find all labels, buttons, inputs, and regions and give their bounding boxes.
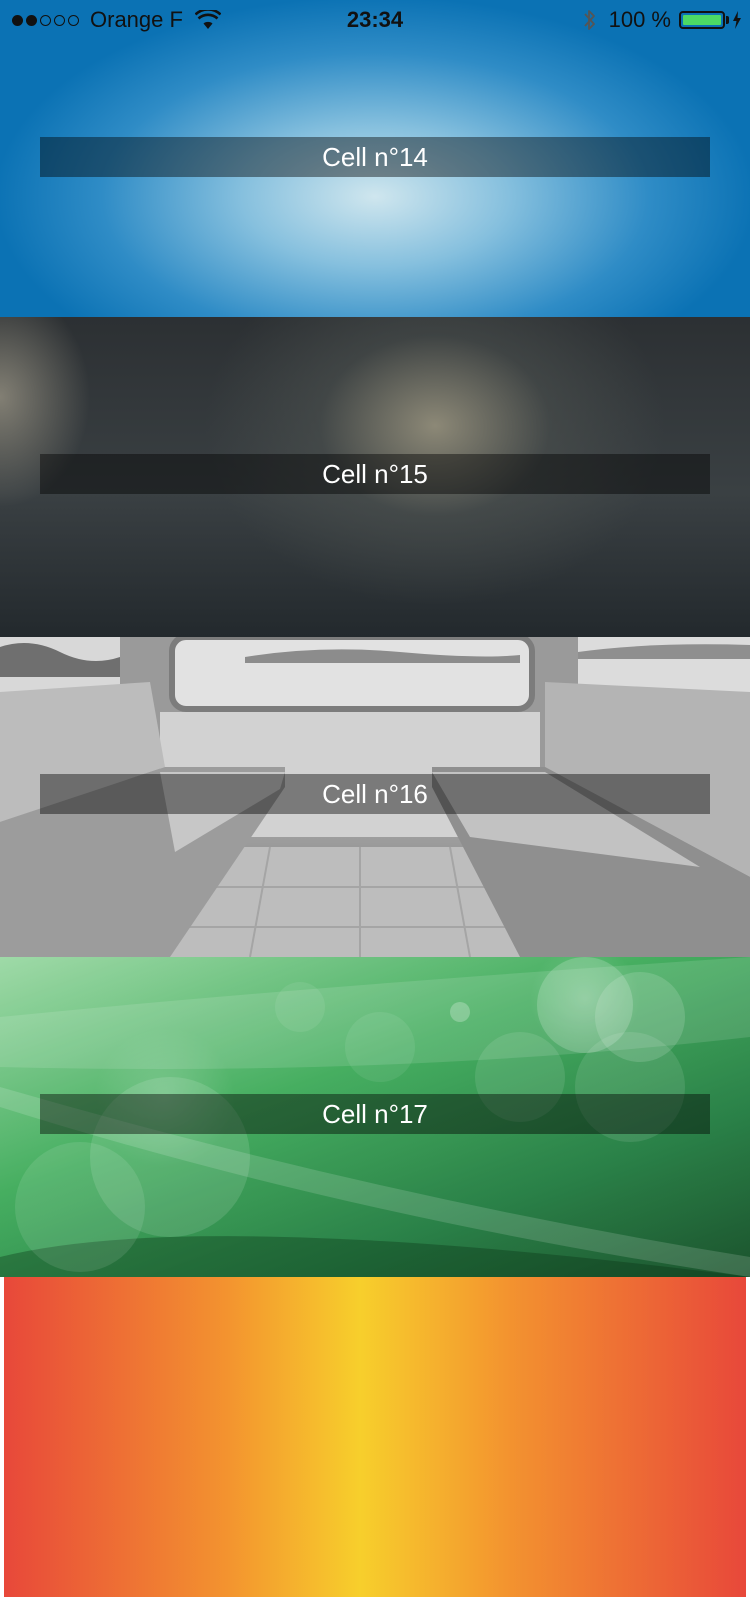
battery-tip <box>726 16 729 24</box>
cell-label-14: Cell n°14 <box>40 137 710 177</box>
status-right: 100 % <box>583 7 742 33</box>
cell-label-16: Cell n°16 <box>40 774 710 814</box>
bluetooth-icon <box>583 10 595 30</box>
battery-fill <box>683 15 721 25</box>
table-cell-15[interactable]: Cell n°15 <box>0 317 750 637</box>
cell-label-17: Cell n°17 <box>40 1094 710 1134</box>
battery-percent-label: 100 % <box>608 7 671 32</box>
cell-label-15: Cell n°15 <box>40 454 710 494</box>
table-cell-17[interactable]: Cell n°17 <box>0 957 750 1277</box>
table-cell-18[interactable] <box>4 1277 746 1597</box>
charging-icon <box>733 11 741 29</box>
table-cell-14[interactable]: Cell n°14 <box>0 0 750 317</box>
table-cell-16[interactable]: Cell n°16 <box>0 637 750 957</box>
status-bar: Orange F 23:34 100 % <box>0 0 750 40</box>
battery-icon <box>679 11 725 29</box>
